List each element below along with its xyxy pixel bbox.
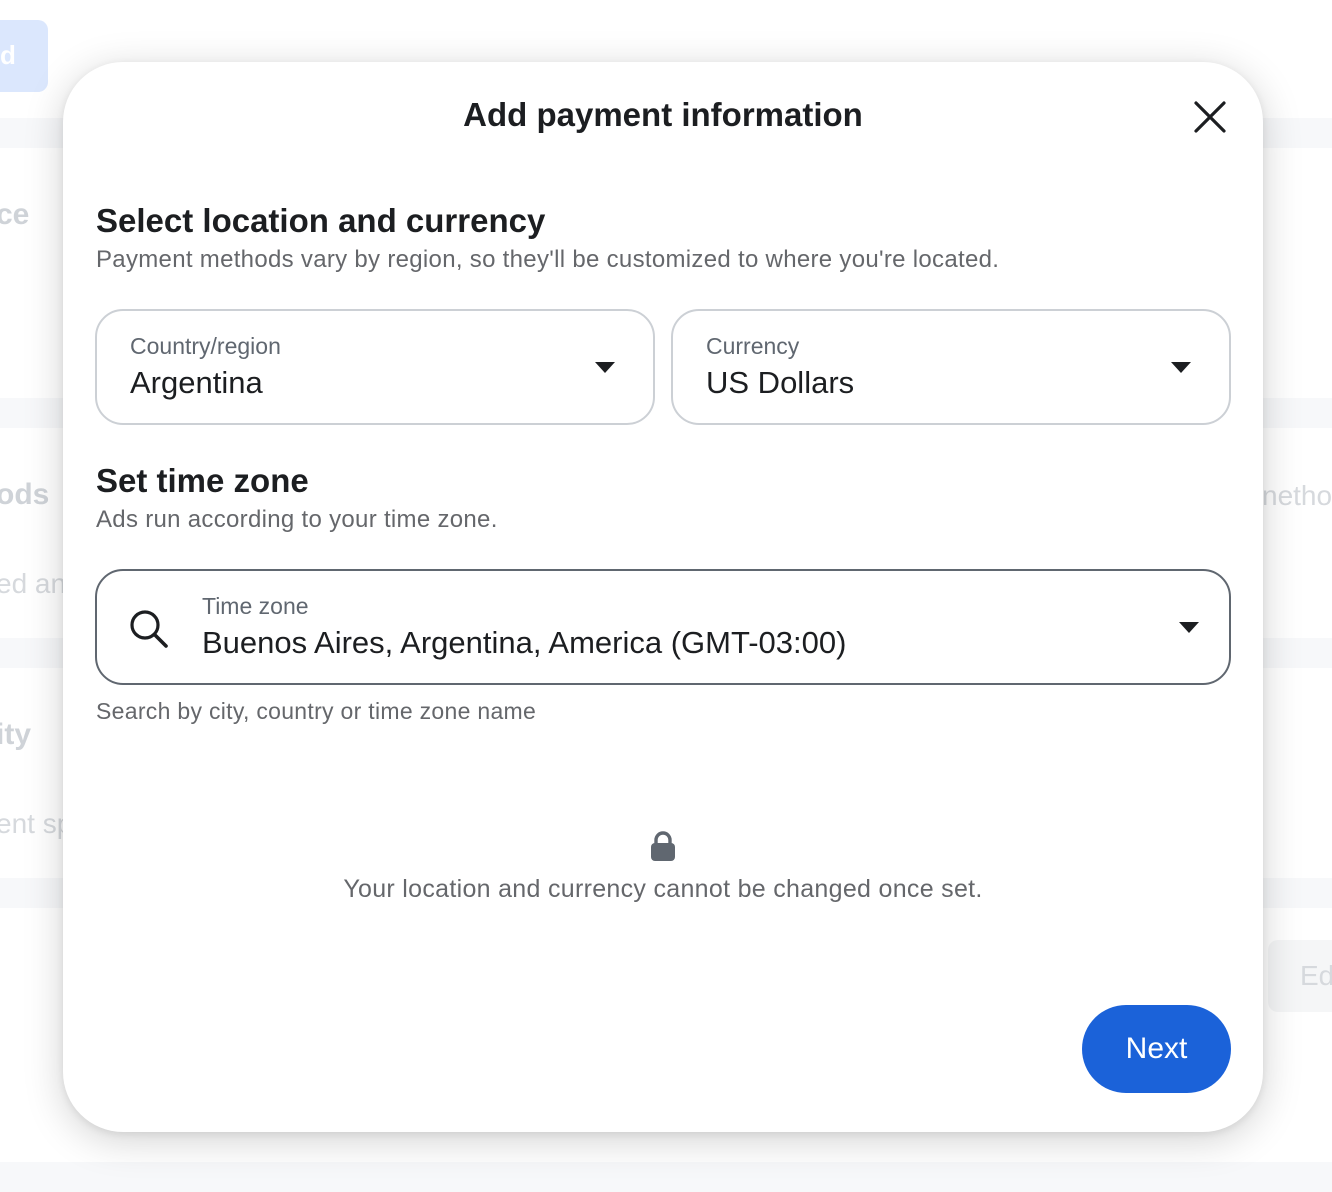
background-heading: ods xyxy=(0,478,50,511)
timezone-search-field[interactable]: Time zone Buenos Aires, Argentina, Ameri… xyxy=(95,569,1231,685)
background-divider xyxy=(0,1162,1332,1192)
chevron-down-icon xyxy=(595,362,615,373)
currency-select-value: US Dollars xyxy=(706,365,855,400)
background-button[interactable]: d xyxy=(0,20,48,92)
country-select-label: Country/region xyxy=(130,333,281,359)
search-icon xyxy=(130,610,168,648)
currency-select[interactable]: Currency US Dollars xyxy=(671,309,1231,425)
background-text: netho xyxy=(1262,480,1332,511)
background-heading: ce xyxy=(0,198,30,231)
location-section-title: Select location and currency xyxy=(96,202,546,239)
timezone-field-label: Time zone xyxy=(202,593,309,619)
timezone-section-subtitle: Ads run according to your time zone. xyxy=(96,506,498,533)
chevron-down-icon[interactable] xyxy=(1179,622,1199,633)
country-select-value: Argentina xyxy=(130,365,263,400)
lock-icon xyxy=(651,831,675,861)
chevron-down-icon xyxy=(1171,362,1191,373)
next-button[interactable]: Next xyxy=(1082,1005,1231,1093)
location-section-subtitle: Payment methods vary by region, so they'… xyxy=(96,246,1000,273)
close-button[interactable] xyxy=(1185,92,1235,142)
lock-note: Your location and currency cannot be cha… xyxy=(343,875,983,903)
add-payment-dialog: Add payment information Select location … xyxy=(63,62,1263,1132)
dialog-title: Add payment information xyxy=(463,96,863,133)
background-text: ent sp xyxy=(0,808,73,839)
background-edit-label: Ed xyxy=(1300,960,1332,991)
timezone-field-value: Buenos Aires, Argentina, America (GMT-03… xyxy=(202,625,847,660)
timezone-section-title: Set time zone xyxy=(96,462,309,499)
background-heading: ity xyxy=(0,718,32,751)
currency-select-label: Currency xyxy=(706,333,800,359)
close-icon xyxy=(1194,101,1226,133)
country-select[interactable]: Country/region Argentina xyxy=(95,309,655,425)
timezone-helper-text: Search by city, country or time zone nam… xyxy=(96,698,537,724)
